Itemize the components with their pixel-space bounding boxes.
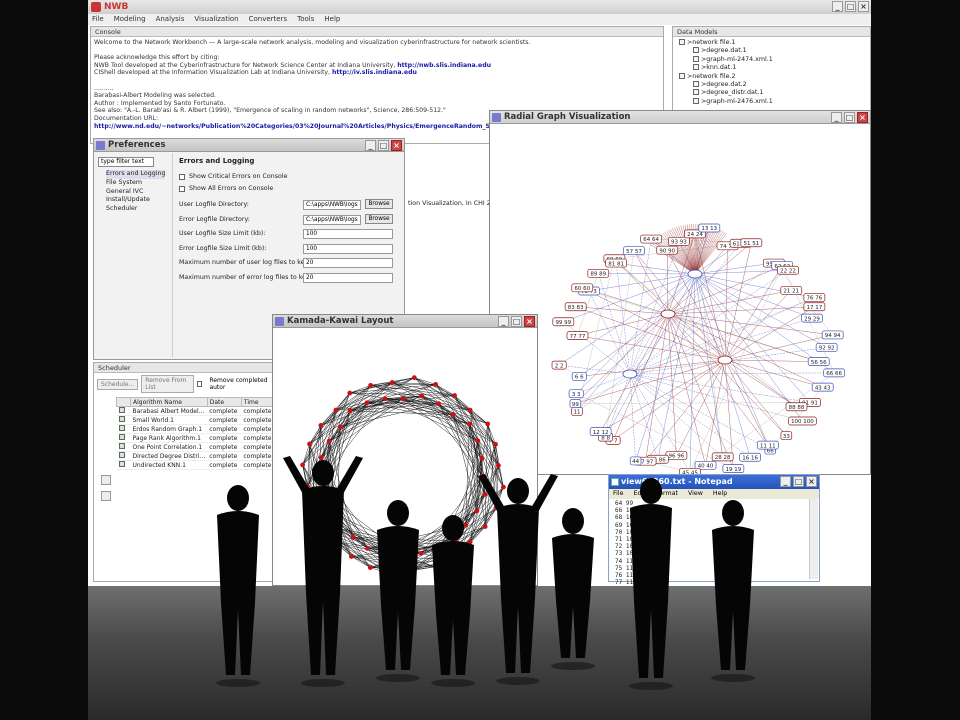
person-silhouette [377,500,419,670]
silhouette-arm [283,456,310,496]
silhouette-body [552,534,594,658]
silhouette-arm [531,474,558,514]
person-silhouette [630,478,672,678]
presentation-stage: NWB _ □ × File Modeling Analysis Visualizat… [88,0,871,720]
silhouette-head [442,515,464,541]
silhouette-head [507,478,529,504]
person-silhouette [283,456,363,675]
silhouette-body [712,526,754,670]
person-silhouette [478,474,558,673]
floor-shadow [629,682,673,690]
silhouette-body [630,504,672,678]
silhouette-head [562,508,584,534]
floor-shadow [711,674,755,682]
floor-shadow [551,662,595,670]
silhouette-head [722,500,744,526]
silhouette-head [312,460,334,486]
silhouette-body [377,526,419,670]
person-silhouette [552,508,594,658]
silhouette-body [432,541,474,675]
floor-shadow [376,674,420,682]
silhouette-head [227,485,249,511]
silhouette-arm [336,456,363,496]
floor-shadow [301,679,345,687]
silhouette-body [302,486,344,675]
person-silhouette [432,515,474,675]
floor-shadow [431,679,475,687]
silhouette-body [217,511,259,675]
silhouette-arm [478,474,505,514]
floor-shadow [496,677,540,685]
audience-silhouettes [216,456,755,690]
silhouette-head [640,478,662,504]
silhouette-body [497,504,539,673]
person-silhouette [712,500,754,670]
person-silhouette [217,485,259,675]
silhouette-head [387,500,409,526]
floor-shadow [216,679,260,687]
